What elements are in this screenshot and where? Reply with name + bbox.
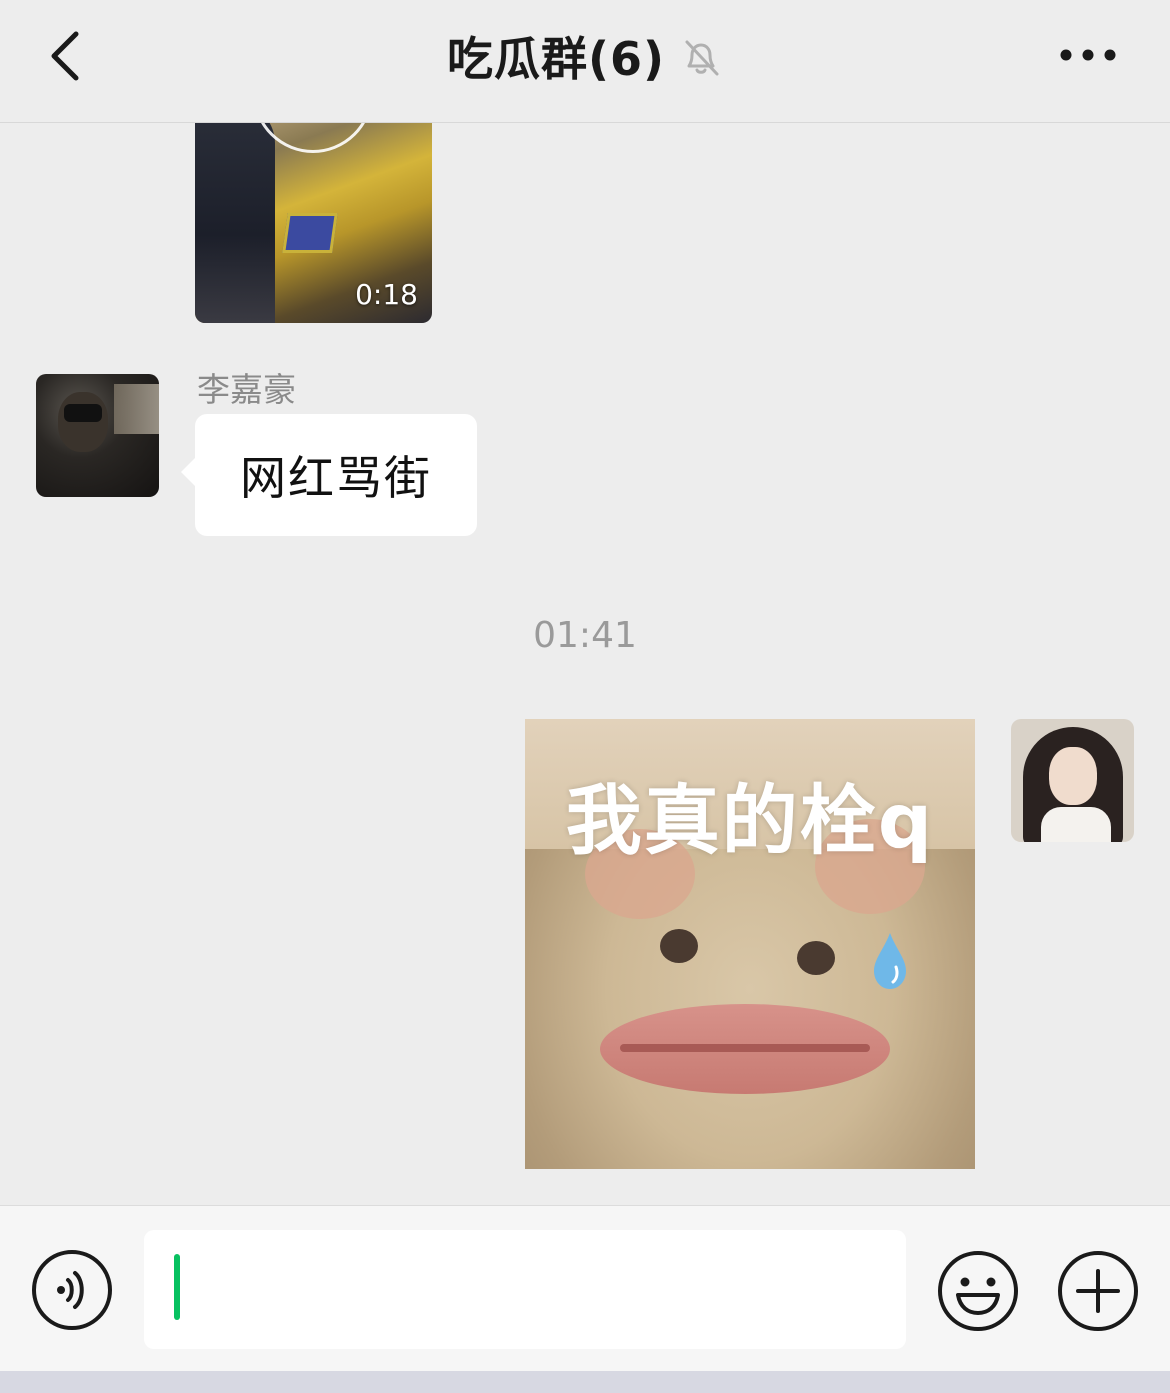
avatar-face xyxy=(58,392,108,452)
title-wrap: 吃瓜群(6) xyxy=(0,26,1170,86)
page-title: 吃瓜群(6) xyxy=(446,32,666,86)
emoji-icon xyxy=(938,1251,1018,1331)
sweat-drop-icon xyxy=(874,933,906,989)
plus-icon xyxy=(1058,1251,1138,1331)
sender-name: 李嘉豪 xyxy=(197,370,296,409)
video-thumbnail-figure xyxy=(195,123,275,323)
video-thumbnail-detail xyxy=(282,213,338,253)
message-text: 网红骂街 xyxy=(240,451,432,505)
more-button[interactable] xyxy=(1058,40,1118,70)
message-input[interactable] xyxy=(144,1230,906,1349)
sticker-caption: 我真的栓q xyxy=(565,776,935,865)
emoji-button[interactable] xyxy=(936,1249,1020,1333)
avatar-background xyxy=(114,384,159,434)
more-dots-icon xyxy=(1060,49,1116,61)
voice-icon xyxy=(32,1250,112,1330)
avatar-face xyxy=(1049,747,1097,805)
timestamp: 01:41 xyxy=(533,615,637,656)
sticker-message[interactable]: 我真的栓q xyxy=(525,719,975,1169)
avatar-mask xyxy=(64,404,102,422)
text-caret xyxy=(174,1254,180,1320)
more-functions-button[interactable] xyxy=(1056,1249,1140,1333)
video-message[interactable]: 0:18 xyxy=(195,123,432,323)
voice-button[interactable] xyxy=(31,1249,113,1331)
avatar-shirt xyxy=(1041,807,1111,842)
bell-slash-icon xyxy=(685,40,719,76)
video-duration: 0:18 xyxy=(355,278,418,311)
sticker-mouth-line xyxy=(620,1044,870,1052)
message-list[interactable]: 0:18 李嘉豪 网红骂街 01:41 我真的栓q xyxy=(0,123,1170,1205)
bottom-strip xyxy=(0,1371,1170,1393)
sticker-eye-right xyxy=(797,941,835,975)
message-bubble[interactable]: 网红骂街 xyxy=(181,414,477,536)
input-bar xyxy=(0,1205,1170,1371)
my-avatar[interactable] xyxy=(1011,719,1134,842)
sticker-eye-left xyxy=(660,929,698,963)
chat-header: 吃瓜群(6) xyxy=(0,0,1170,123)
avatar[interactable] xyxy=(36,374,159,497)
